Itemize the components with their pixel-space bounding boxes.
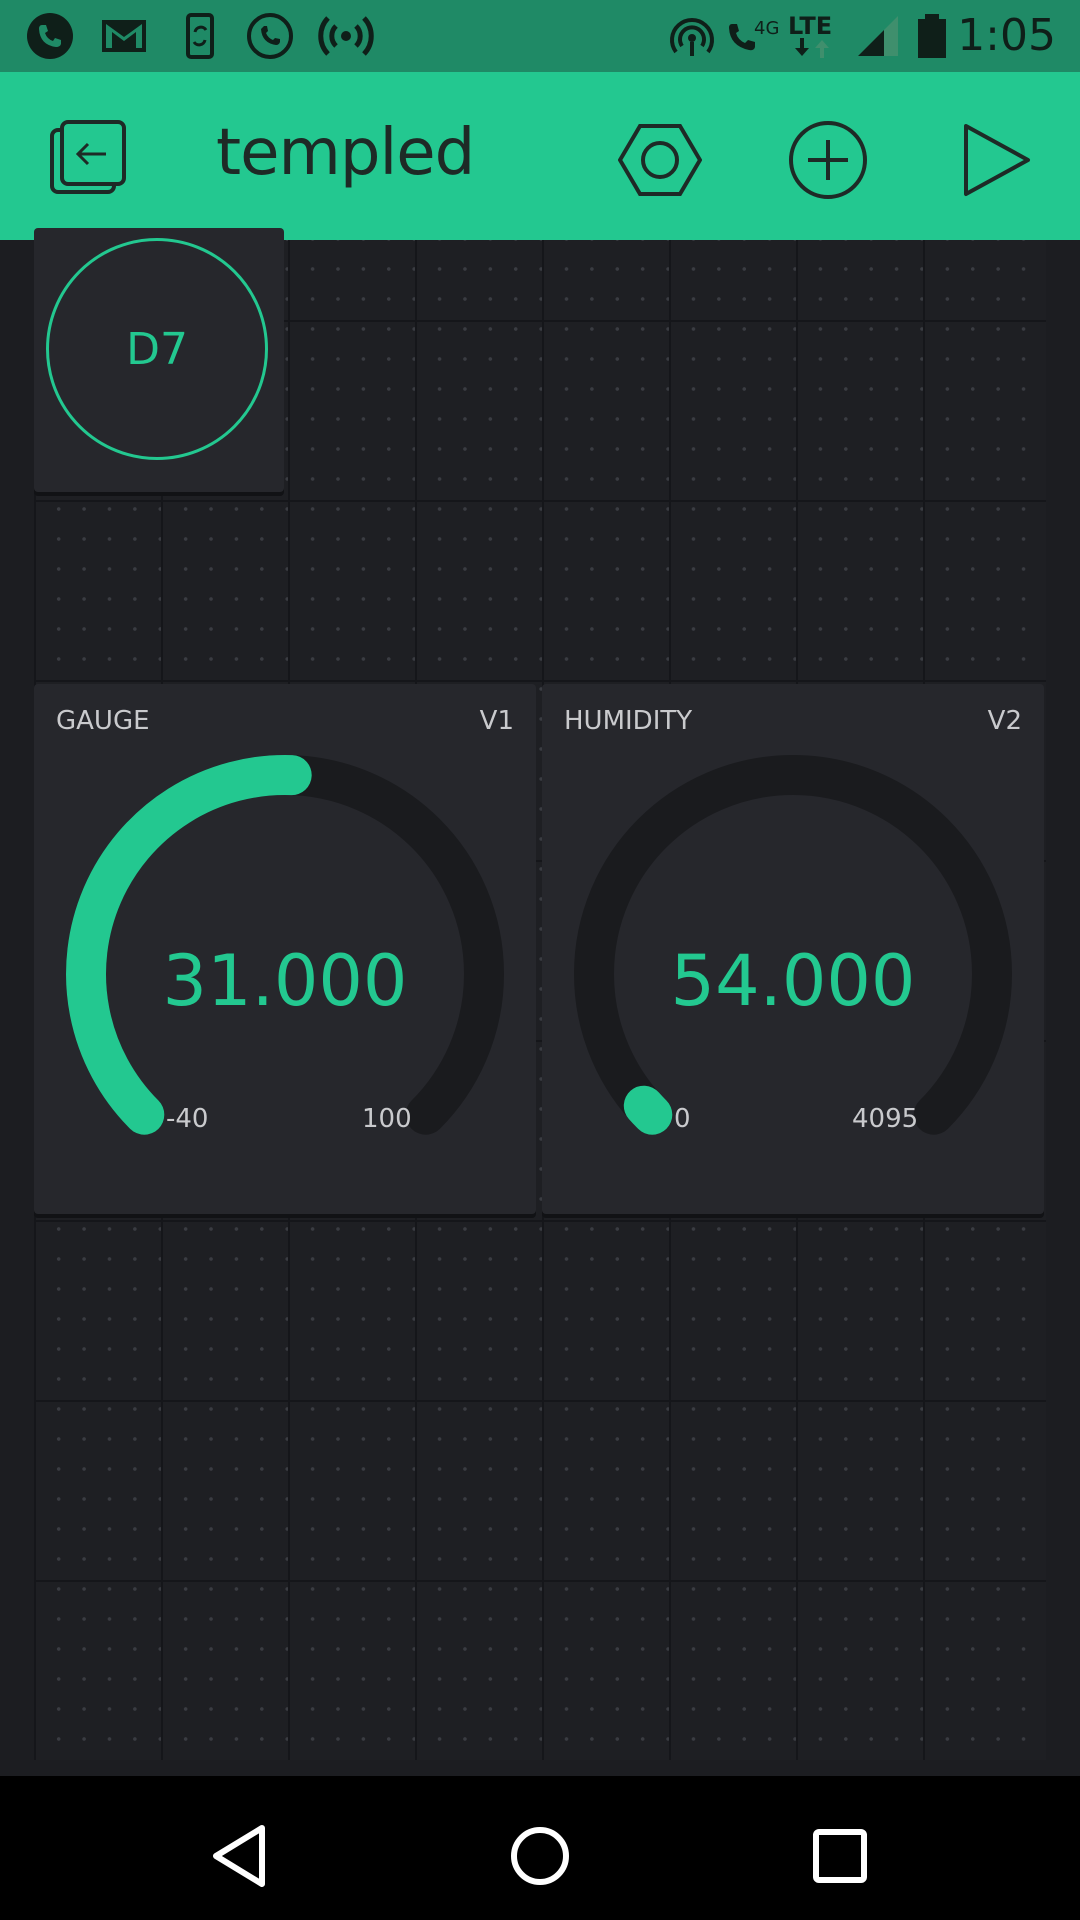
humidity-value: 54.000: [670, 940, 916, 1022]
humidity-widget[interactable]: HUMIDITY V2 54.000 0 4095: [542, 684, 1044, 1214]
gauge-widget[interactable]: GAUGE V1 31.000 -40 100: [34, 684, 536, 1214]
humidity-min: 0: [674, 1104, 691, 1134]
d7-button-label: D7: [126, 323, 188, 375]
play-icon[interactable]: [956, 118, 1040, 202]
battery-icon: [918, 14, 946, 58]
exit-icon[interactable]: [46, 118, 130, 202]
volte-call-icon: 4G: [729, 18, 779, 51]
home-icon[interactable]: [500, 1816, 580, 1896]
lte-icon: LTE: [788, 12, 832, 58]
gauge-value: 31.000: [162, 940, 408, 1022]
gauge-max: 100: [362, 1104, 412, 1134]
humidity-max: 4095: [852, 1104, 919, 1134]
recents-icon[interactable]: [800, 1816, 880, 1896]
svg-text:4G: 4G: [754, 18, 779, 39]
gmail-icon: [102, 20, 146, 52]
hotspot-icon: [670, 18, 714, 56]
call-forward-icon: [247, 13, 293, 59]
gauge-min: -40: [166, 1104, 209, 1134]
app-bar: [0, 72, 1080, 240]
signal-icon: [858, 16, 898, 56]
d7-button[interactable]: D7: [46, 238, 268, 460]
add-widget-icon[interactable]: [786, 118, 870, 202]
back-icon[interactable]: [200, 1816, 280, 1896]
status-time: 1:05: [957, 10, 1056, 61]
button-widget[interactable]: D7: [34, 228, 284, 492]
status-bar: 4G LTE 1:05: [0, 0, 1080, 72]
svg-text:LTE: LTE: [788, 12, 832, 40]
settings-hexagon-icon[interactable]: [618, 118, 702, 202]
app-title: templed: [216, 116, 475, 190]
phone-sync-icon: [186, 13, 214, 59]
humidity-fill: [623, 1085, 673, 1135]
wireless-broadcast-icon: [318, 16, 374, 56]
phone-icon: [27, 13, 73, 59]
navigation-bar: [0, 1776, 1080, 1920]
